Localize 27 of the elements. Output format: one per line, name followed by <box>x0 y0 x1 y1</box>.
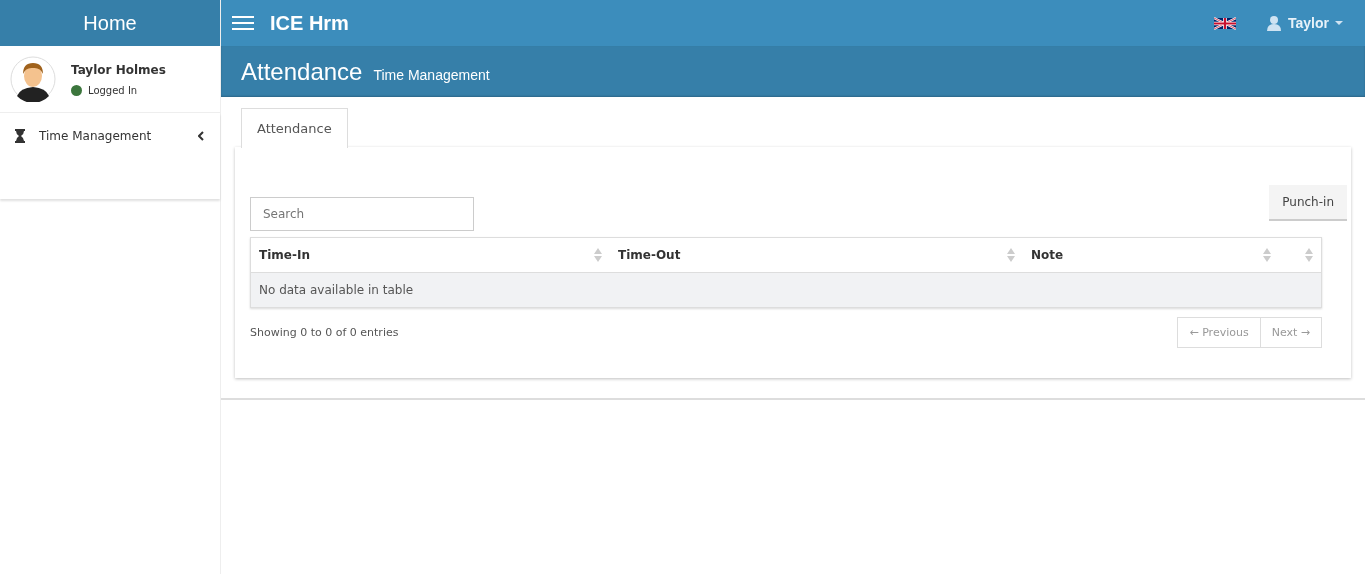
menu-item[interactable]: Time Management <box>0 113 220 143</box>
sort-icon <box>1263 248 1271 262</box>
search-field[interactable]: Search <box>250 197 474 231</box>
sidebar-brand[interactable]: Home <box>0 0 220 46</box>
tab[interactable]: Attendance <box>241 108 348 148</box>
entries-info: Showing 0 to 0 of 0 entries <box>250 326 399 339</box>
status-dot-icon <box>71 84 82 96</box>
page-title: Attendance <box>241 57 363 86</box>
caret-icon <box>1335 21 1343 25</box>
menu-icon[interactable] <box>232 15 254 31</box>
user-status: Logged In <box>88 84 138 96</box>
empty-table-message: No data available in table <box>250 272 1322 308</box>
column-header[interactable]: Time-Out <box>618 248 681 262</box>
column-header[interactable]: Time-In <box>259 248 310 262</box>
chevron-left-icon <box>198 131 204 141</box>
sort-icon <box>594 248 602 262</box>
flag-icon[interactable] <box>1214 15 1236 31</box>
user-icon <box>1266 15 1282 31</box>
hourglass-icon <box>15 129 25 143</box>
sort-icon <box>1007 248 1015 262</box>
punch-in-button[interactable]: Punch-in <box>1269 185 1347 221</box>
user-name: Taylor Holmes <box>71 62 166 77</box>
column-header[interactable]: Note <box>1031 248 1064 262</box>
app-name: ICE Hrm <box>270 11 349 35</box>
avatar-icon <box>10 56 56 102</box>
page-subtitle: Time Management <box>373 66 490 83</box>
sort-icon <box>1305 248 1313 262</box>
